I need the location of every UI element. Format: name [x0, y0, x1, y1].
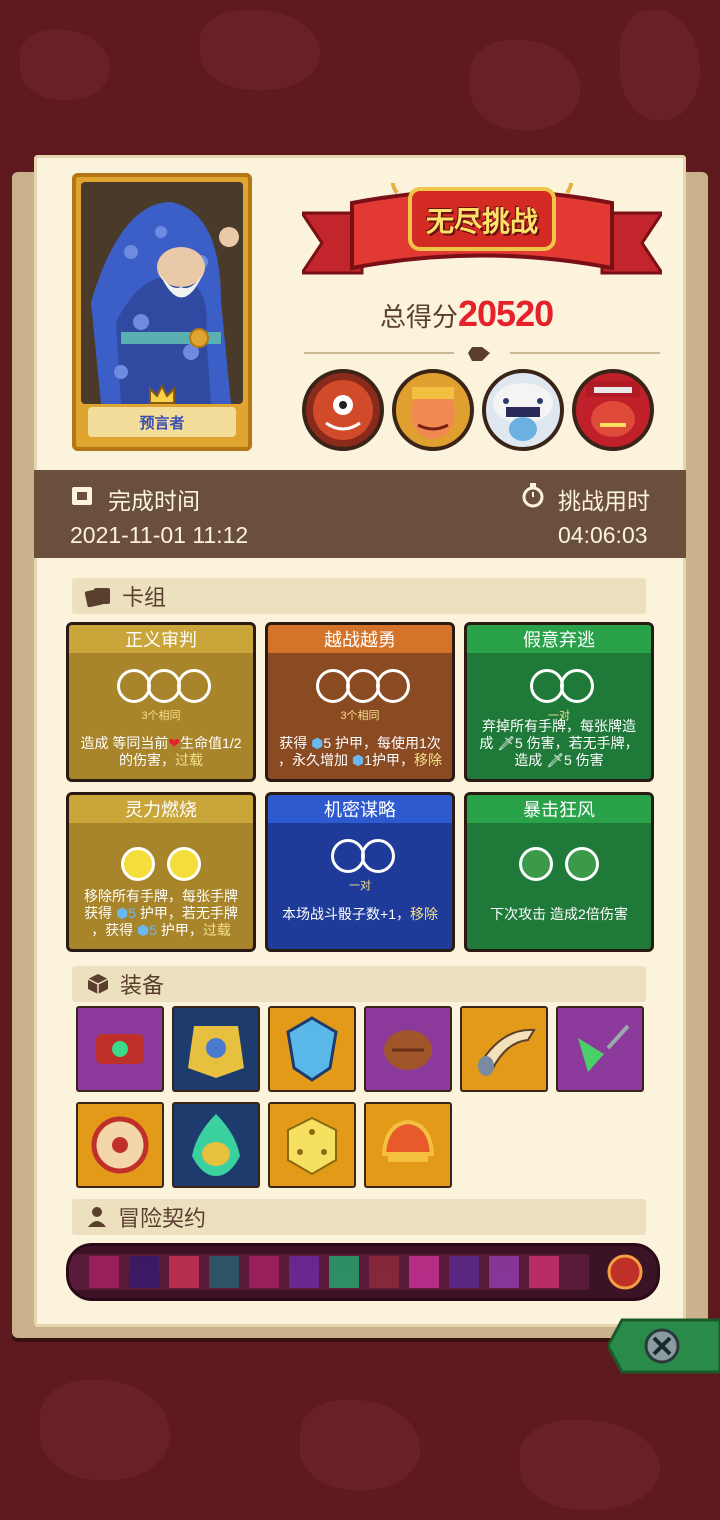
- dice-slot-icon: [147, 669, 181, 703]
- card-title: 机密谋略: [268, 795, 452, 823]
- complete-time-value: 2021-11-01 11:12: [70, 522, 249, 548]
- dice-slot-icon: [376, 669, 410, 703]
- round-shield-icon[interactable]: [76, 1102, 164, 1188]
- deck-card-5[interactable]: 机密谋略 一对 本场战斗骰子数+1，移除: [265, 792, 455, 952]
- card-requirement: 3个相同: [141, 710, 181, 722]
- film-icon: [72, 487, 92, 505]
- flame-mask-icon[interactable]: [172, 1102, 260, 1188]
- card-title: 灵力燃烧: [69, 795, 253, 823]
- card-description: 本场战斗骰子数+1，移除: [282, 906, 438, 922]
- green-kunai-icon[interactable]: [556, 1006, 644, 1092]
- dice-slot-icon: [117, 669, 151, 703]
- card-title: 越战越勇: [268, 625, 452, 653]
- boss-portrait-2[interactable]: [392, 369, 474, 451]
- leather-glove-icon[interactable]: [364, 1006, 452, 1092]
- red-bracelet-icon[interactable]: [76, 1006, 164, 1092]
- boss-portrait-3[interactable]: [482, 369, 564, 451]
- score-value: 20520: [458, 293, 554, 334]
- deck-section-label: 卡组: [122, 585, 167, 610]
- background-shape: [520, 1420, 660, 1510]
- dice-slot-icon: [346, 669, 380, 703]
- duration-label: 挑战用时: [558, 488, 650, 514]
- green-dice-slot-icon: [519, 847, 553, 881]
- duration-value: 04:06:03: [558, 522, 648, 548]
- heart-icon: ❤: [168, 735, 181, 751]
- hero-card[interactable]: 预言者: [72, 173, 252, 451]
- close-button[interactable]: [606, 1314, 720, 1378]
- deck-card-2[interactable]: 越战越勇 3个相同 获得 ⬢5 护甲，每使用1次 ，永久增加 ⬢1护甲，移除: [265, 622, 455, 782]
- armor-chest-icon[interactable]: [172, 1006, 260, 1092]
- shield-icon: ⬢: [115, 905, 129, 921]
- box-icon: [87, 974, 109, 994]
- card-description: 下次攻击 造成2倍伤害: [490, 906, 628, 922]
- card-description: 获得 ⬢5 护甲，每使用1次 ，永久增加 ⬢1护甲，移除: [278, 735, 442, 768]
- dagger-icon: 🗡: [546, 752, 564, 768]
- card-requirement: 3个相同: [340, 710, 380, 722]
- card-title: 暴击狂风: [467, 795, 651, 823]
- boss-portrait-4[interactable]: [572, 369, 654, 451]
- dice-slot-icon: [331, 839, 365, 873]
- background-shape: [20, 30, 110, 100]
- score-label: 总得分: [380, 302, 459, 332]
- dice-slot-icon: [530, 669, 564, 703]
- deck-section-header: 卡组: [72, 578, 646, 614]
- result-panel: 预言者 无尽挑战 总得分 20520 完成时间 2021-11-01 11:12…: [34, 155, 686, 1327]
- dice-slot-icon: [316, 669, 350, 703]
- deck-card-4[interactable]: 灵力燃烧 移除所有手牌，每张手牌 获得 ⬢5 护甲，若无手牌 ，获得 ⬢5 护甲…: [66, 792, 256, 952]
- background-shape: [470, 40, 580, 130]
- card-description: 造成 等同当前❤生命值1/2 的伤害，过载: [80, 735, 242, 768]
- complete-time-label: 完成时间: [108, 488, 200, 514]
- dice-slot-icon: [560, 669, 594, 703]
- background-shape: [300, 1400, 420, 1490]
- deck-card-3[interactable]: 假意弃逃 一对 弃掉所有手牌，每张牌造 成 🗡5 伤害，若无手牌， 造成 🗡5 …: [464, 622, 654, 782]
- time-info-bar: 完成时间 2021-11-01 11:12 挑战用时 04:06:03: [34, 470, 686, 558]
- gold-dice-icon[interactable]: [268, 1102, 356, 1188]
- dice-slot-icon: [177, 669, 211, 703]
- title-ribbon: 无尽挑战: [299, 178, 665, 293]
- cards-icon: [84, 588, 110, 608]
- card-title: 正义审判: [69, 625, 253, 653]
- dice-slot-icon: [361, 839, 395, 873]
- equipment-section-header: 装备: [72, 966, 646, 1002]
- hero-name: 预言者: [88, 407, 236, 437]
- blue-shield-gem-icon[interactable]: [268, 1006, 356, 1092]
- golden-helmet-icon[interactable]: [364, 1102, 452, 1188]
- dagger-icon: 🗡: [497, 735, 515, 751]
- ornament-divider: [304, 347, 660, 361]
- card-description: 移除所有手牌，每张手牌 获得 ⬢5 护甲，若无手牌 ，获得 ⬢5 护甲，过载: [84, 888, 238, 938]
- shield-icon: ⬢: [136, 922, 150, 938]
- crown-icon: [149, 383, 175, 404]
- background-shape: [200, 10, 320, 90]
- yellow-dice-slot-icon: [121, 847, 155, 881]
- shield-icon: ⬢: [351, 752, 365, 768]
- green-dice-slot-icon: [565, 847, 599, 881]
- stopwatch-icon: [522, 483, 544, 508]
- horn-icon[interactable]: [460, 1006, 548, 1092]
- deck-card-1[interactable]: 正义审判 3个相同 造成 等同当前❤生命值1/2 的伤害，过载: [66, 622, 256, 782]
- contract-section-header: 冒险契约: [72, 1199, 646, 1235]
- score-row: 总得分 20520: [380, 293, 554, 335]
- title-text: 无尽挑战: [425, 206, 538, 237]
- deck-card-6[interactable]: 暴击狂风 下次攻击 造成2倍伤害: [464, 792, 654, 952]
- background-shape: [620, 10, 700, 120]
- yellow-dice-slot-icon: [167, 847, 201, 881]
- person-icon: [88, 1207, 106, 1227]
- boss-portrait-1[interactable]: [302, 369, 384, 451]
- equipment-section-label: 装备: [120, 973, 165, 998]
- contract-strip[interactable]: [66, 1243, 660, 1301]
- card-description: 弃掉所有手牌，每张牌造 成 🗡5 伤害，若无手牌， 造成 🗡5 伤害: [479, 718, 639, 768]
- shield-icon: ⬢: [311, 735, 324, 751]
- contract-section-label: 冒险契约: [118, 1206, 207, 1231]
- hero-portrait: [81, 182, 243, 404]
- card-requirement: 一对: [349, 880, 371, 892]
- card-title: 假意弃逃: [467, 625, 651, 653]
- background-shape: [40, 1380, 170, 1480]
